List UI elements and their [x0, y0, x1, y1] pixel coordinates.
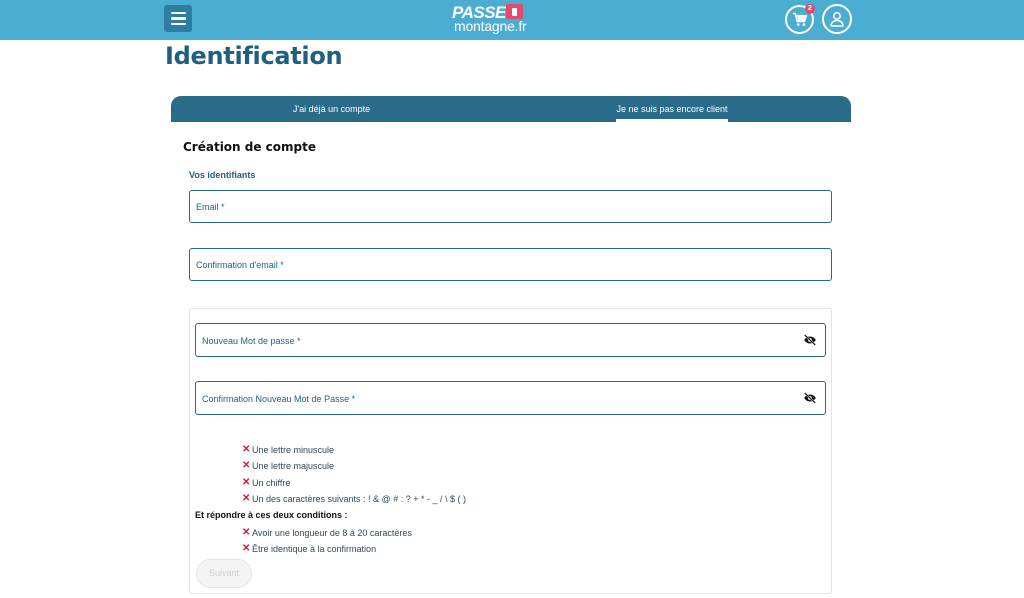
section-title: Création de compte: [183, 140, 317, 154]
tab-new-client[interactable]: Je ne suis pas encore client: [616, 96, 728, 122]
password-rule-text: Un chiffre: [252, 477, 291, 488]
cross-icon: ✕: [242, 543, 251, 554]
site-logo[interactable]: PASSE montagne.fr: [452, 3, 532, 37]
cart-icon: [792, 12, 807, 26]
password-condition: ✕ Avoir une longueur de 8 à 20 caractère…: [242, 527, 412, 538]
eye-off-icon[interactable]: [803, 333, 817, 347]
email-field-label: Email *: [196, 202, 225, 212]
password-rule: ✕ Un chiffre: [242, 477, 290, 488]
tab-existing-account[interactable]: J'ai déjà un compte: [271, 96, 392, 122]
identification-tabs: J'ai déjà un compte Je ne suis pas encor…: [171, 96, 851, 122]
password-rule-text: Une lettre majuscule: [252, 460, 335, 471]
page-title: Identification: [165, 42, 343, 70]
email-confirmation-label: Confirmation d'email *: [196, 260, 284, 270]
menu-button[interactable]: [164, 5, 192, 32]
hamburger-icon-line: [170, 22, 186, 26]
cross-icon: ✕: [242, 460, 251, 471]
password-condition-text: Être identique à la confirmation: [252, 543, 377, 554]
password-field-label: Nouveau Mot de passe *: [202, 336, 301, 346]
eye-off-icon[interactable]: [803, 391, 817, 405]
cross-icon: ✕: [242, 477, 251, 488]
password-rule: ✕ Une lettre majuscule: [242, 460, 334, 471]
hamburger-icon-line: [170, 17, 186, 20]
password-condition: ✕ Être identique à la confirmation: [242, 543, 376, 554]
email-confirmation-field[interactable]: Confirmation d'email *: [189, 248, 832, 281]
user-icon: [830, 12, 844, 27]
password-condition-text: Avoir une longueur de 8 à 20 caractères: [252, 527, 412, 538]
logo-text-bottom: montagne.fr: [454, 18, 527, 34]
logo-badge-icon: [506, 4, 523, 19]
hamburger-icon-line: [170, 11, 186, 15]
account-button[interactable]: [822, 4, 852, 34]
cart-count-badge: 2: [805, 4, 815, 14]
password-confirmation-label: Confirmation Nouveau Mot de Passe *: [202, 394, 356, 404]
password-confirmation-field[interactable]: Confirmation Nouveau Mot de Passe *: [195, 381, 826, 415]
cross-icon: ✕: [242, 493, 251, 504]
password-rule: ✕ Une lettre minuscule: [242, 444, 334, 455]
cross-icon: ✕: [242, 444, 251, 455]
credentials-heading: Vos identifiants: [189, 170, 256, 180]
email-field[interactable]: Email *: [189, 190, 832, 223]
conditions-heading: Et répondre à ces deux conditions :: [195, 510, 348, 520]
password-field[interactable]: Nouveau Mot de passe *: [195, 323, 826, 357]
password-rule-text: Un des caractères suivants : ! & @ # : ?…: [252, 493, 466, 504]
password-rule-text: Une lettre minuscule: [252, 444, 335, 455]
cross-icon: ✕: [242, 527, 251, 538]
password-rule: ✕ Un des caractères suivants : ! & @ # :…: [242, 493, 466, 504]
top-navigation-bar: PASSE montagne.fr 2: [0, 0, 1024, 40]
next-button[interactable]: Suivant: [196, 559, 252, 588]
